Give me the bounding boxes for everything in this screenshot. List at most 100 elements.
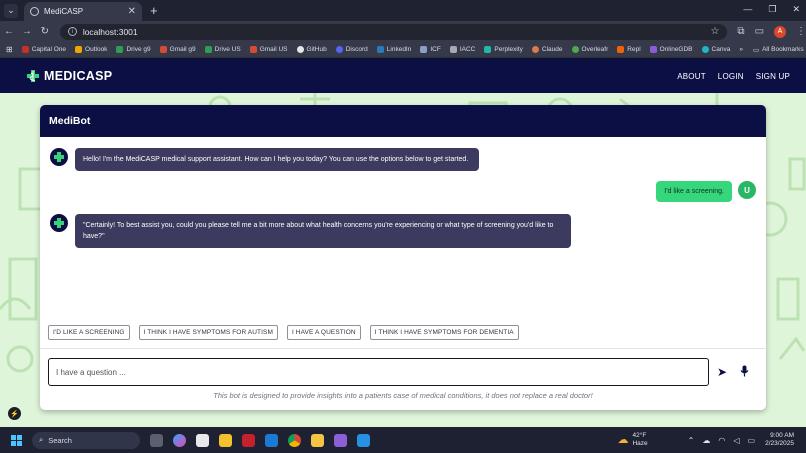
- onlinegdb-icon: [649, 46, 657, 53]
- bookmark-item[interactable]: Drive US: [204, 46, 241, 53]
- bookmark-item[interactable]: LinkedIn: [376, 46, 411, 53]
- all-bookmarks-folder[interactable]: ▭ All Bookmarks: [753, 46, 804, 54]
- windows-start-icon[interactable]: [11, 434, 22, 446]
- bookmark-item[interactable]: Outlook: [75, 46, 107, 53]
- microphone-icon[interactable]: [740, 365, 749, 380]
- extensions-icon[interactable]: ⧉: [737, 26, 744, 37]
- linkedin-icon: [376, 46, 384, 53]
- bookmark-item[interactable]: Overleafr: [571, 46, 608, 53]
- disclaimer-text: This bot is designed to provide insights…: [213, 391, 593, 400]
- quick-reply-question[interactable]: I HAVE A QUESTION: [286, 325, 361, 340]
- taskbar-apps: [150, 433, 370, 447]
- restore-icon[interactable]: ❐: [768, 4, 776, 15]
- nav-signup-link[interactable]: SIGN UP: [756, 72, 790, 81]
- apps-grid-icon[interactable]: ⊞: [6, 45, 13, 54]
- minimize-icon[interactable]: —: [743, 4, 752, 15]
- taskbar-search[interactable]: ⌕ Search: [32, 431, 140, 449]
- outlook-icon[interactable]: [265, 433, 278, 447]
- store-icon[interactable]: [219, 433, 232, 447]
- quick-reply-autism[interactable]: I THINK I HAVE SYMPTOMS FOR AUTISM: [138, 325, 278, 340]
- vscode-icon[interactable]: [357, 433, 370, 447]
- user-message: I'd like a screening. U: [656, 181, 756, 202]
- new-tab-button[interactable]: +: [150, 3, 158, 18]
- caduceus-logo-icon: [27, 70, 39, 82]
- onedrive-cloud-icon[interactable]: ☁: [702, 436, 710, 445]
- tab-favicon-icon: [30, 7, 39, 16]
- wifi-icon[interactable]: ◠: [718, 436, 725, 445]
- chrome-icon[interactable]: [288, 433, 301, 447]
- browser-menu-icon[interactable]: ⋮: [796, 26, 806, 37]
- bot-message-text: "Certainly! To best assist you, could yo…: [75, 214, 571, 248]
- replit-icon: [617, 46, 625, 53]
- quick-replies: I'D LIKE A SCREENING I THINK I HAVE SYMP…: [48, 325, 519, 340]
- message-input-row: ➤: [48, 358, 758, 386]
- bookmark-item[interactable]: Drive g9: [116, 46, 151, 53]
- volume-icon[interactable]: ◁: [733, 436, 739, 445]
- bookmark-item[interactable]: OnlineGDB: [649, 46, 693, 53]
- bookmark-item[interactable]: Perplexity: [484, 46, 523, 53]
- user-message-text: I'd like a screening.: [656, 181, 732, 202]
- bot-message: Hello! I'm the MediCASP medical support …: [50, 148, 479, 171]
- icf-icon: [420, 46, 428, 53]
- bot-avatar: [50, 148, 68, 166]
- app-navbar: MEDICASP ABOUT LOGIN SIGN UP: [0, 59, 806, 93]
- dev-tools-lightning-icon[interactable]: ⚡: [8, 407, 21, 420]
- bookmark-item[interactable]: Canva: [701, 46, 730, 53]
- user-avatar: U: [738, 181, 756, 199]
- send-icon[interactable]: ➤: [717, 365, 727, 379]
- outlook-icon: [75, 46, 83, 53]
- forward-icon[interactable]: →: [18, 26, 36, 37]
- nav-links: ABOUT LOGIN SIGN UP: [677, 72, 790, 81]
- bookmark-item[interactable]: Discord: [335, 46, 368, 53]
- capital-one-icon: [21, 46, 29, 53]
- bookmark-item[interactable]: IACC: [449, 46, 475, 53]
- quick-reply-screening[interactable]: I'D LIKE A SCREENING: [48, 325, 130, 340]
- nav-login-link[interactable]: LOGIN: [718, 72, 744, 81]
- more-bookmarks-icon[interactable]: »: [739, 46, 743, 54]
- system-tray: ⌃ ☁ ◠ ◁ ▭: [688, 436, 755, 445]
- taskbar: ⌕ Search ☁ 42°F Haze ⌃ ☁ ◠ ◁ ▭ 9:00 AM 2…: [0, 427, 806, 453]
- browser-tab[interactable]: MediCASP ✕: [24, 2, 142, 21]
- chevron-up-icon[interactable]: ⌃: [688, 436, 695, 445]
- weather-widget[interactable]: ☁ 42°F Haze: [617, 432, 647, 448]
- quick-reply-dementia[interactable]: I THINK I HAVE SYMPTOMS FOR DEMENTIA: [369, 325, 519, 340]
- tab-search-button[interactable]: ⌄: [4, 3, 18, 18]
- weather-temp: 42°F: [632, 432, 647, 439]
- omnibox[interactable]: i localhost:3001 ☆: [59, 23, 728, 40]
- site-info-icon[interactable]: i: [67, 27, 77, 36]
- split-view-icon[interactable]: ▭: [755, 26, 764, 37]
- profile-avatar[interactable]: A: [774, 25, 787, 38]
- visual-studio-icon[interactable]: [334, 433, 347, 447]
- reload-icon[interactable]: ↻: [36, 26, 54, 37]
- bookmark-item[interactable]: Claude: [531, 46, 563, 53]
- bookmark-item[interactable]: ICF: [420, 46, 441, 53]
- brand-logo[interactable]: MEDICASP: [26, 69, 112, 83]
- file-icon[interactable]: [196, 433, 209, 447]
- clock[interactable]: 9:00 AM 2/23/2025: [765, 432, 794, 448]
- bookmark-item[interactable]: Repl: [617, 46, 641, 53]
- medical-cross-icon: [54, 218, 64, 228]
- address-bar-row: ← → ↻ i localhost:3001 ☆ ⧉ ▭ A ⋮: [0, 21, 806, 42]
- nav-about-link[interactable]: ABOUT: [677, 72, 706, 81]
- bookmark-item[interactable]: GitHub: [296, 46, 327, 53]
- bookmark-star-icon[interactable]: ☆: [710, 26, 719, 37]
- file-explorer-icon[interactable]: [311, 433, 324, 447]
- copilot-icon[interactable]: [173, 433, 186, 447]
- task-view-icon[interactable]: [150, 433, 163, 447]
- mcafee-icon[interactable]: [242, 433, 255, 447]
- tab-title: MediCASP: [44, 7, 84, 16]
- battery-icon[interactable]: ▭: [748, 436, 756, 445]
- bot-message-text: Hello! I'm the MediCASP medical support …: [75, 148, 479, 171]
- app-viewport: MEDICASP ABOUT LOGIN SIGN UP MediBot Hel…: [0, 59, 806, 427]
- taskbar-search-label: Search: [48, 435, 72, 445]
- tab-close-icon[interactable]: ✕: [128, 6, 136, 17]
- bookmark-item[interactable]: Gmail g9: [159, 46, 196, 53]
- back-icon[interactable]: ←: [0, 26, 18, 37]
- message-input[interactable]: [48, 358, 709, 386]
- clock-date: 2/23/2025: [765, 440, 794, 447]
- search-icon: ⌕: [39, 435, 44, 444]
- close-window-icon[interactable]: ✕: [792, 4, 800, 15]
- bookmark-item[interactable]: Capital One: [21, 46, 66, 53]
- url-text: localhost:3001: [82, 26, 138, 37]
- bookmark-item[interactable]: Gmail US: [249, 46, 288, 53]
